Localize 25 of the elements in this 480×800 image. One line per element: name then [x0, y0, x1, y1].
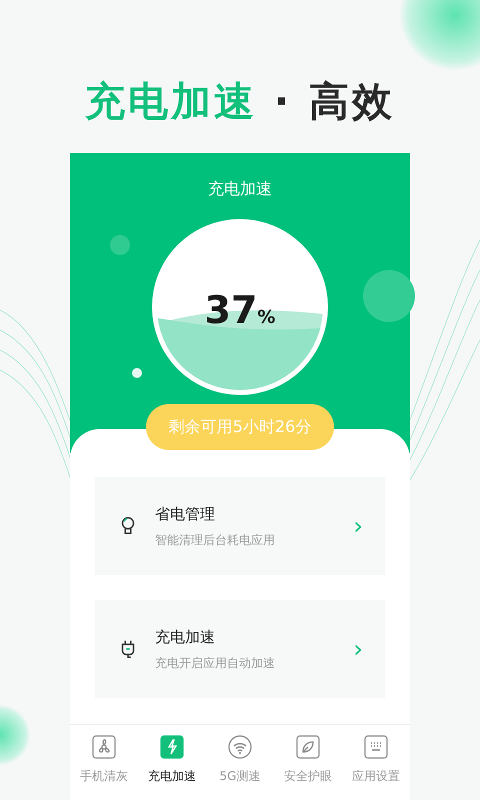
fan-icon — [92, 735, 116, 759]
feature-title: 充电加速 — [155, 626, 216, 648]
feature-card[interactable]: 充电加速 充电开启应用自动加速 › — [95, 600, 385, 698]
keyboard-icon — [364, 735, 388, 759]
bubble — [110, 235, 130, 255]
headline: 充电加速 · 高效 — [84, 79, 396, 125]
nav-tab[interactable]: 应用设置 — [342, 725, 410, 800]
nav-tab[interactable]: 手机清灰 — [70, 725, 138, 800]
wifi-icon — [228, 735, 252, 759]
feature-title: 省电管理 — [155, 504, 216, 525]
feature-description: 智能清理后台耗电应用 — [155, 532, 275, 550]
bubble — [363, 270, 415, 322]
battery-percent: 37% — [204, 287, 276, 334]
chevron-icon: › — [353, 514, 363, 538]
bubble — [132, 368, 142, 378]
nav-tab[interactable]: 5G测速 — [206, 725, 274, 800]
feature-description: 充电开启应用自动加速 — [155, 655, 275, 672]
nav-tab[interactable]: 充电加速 — [138, 725, 206, 800]
leaf-icon — [296, 735, 320, 759]
screen-title: 充电加速 — [208, 179, 272, 198]
nav-tab[interactable]: 安全护眼 — [274, 725, 342, 800]
remaining-time-badge: 剩余可用5小时26分 — [146, 404, 334, 450]
feature-card[interactable]: 省电管理 智能清理后台耗电应用 › — [95, 477, 385, 575]
chevron-icon: › — [353, 637, 363, 661]
lightning-icon — [160, 735, 184, 759]
